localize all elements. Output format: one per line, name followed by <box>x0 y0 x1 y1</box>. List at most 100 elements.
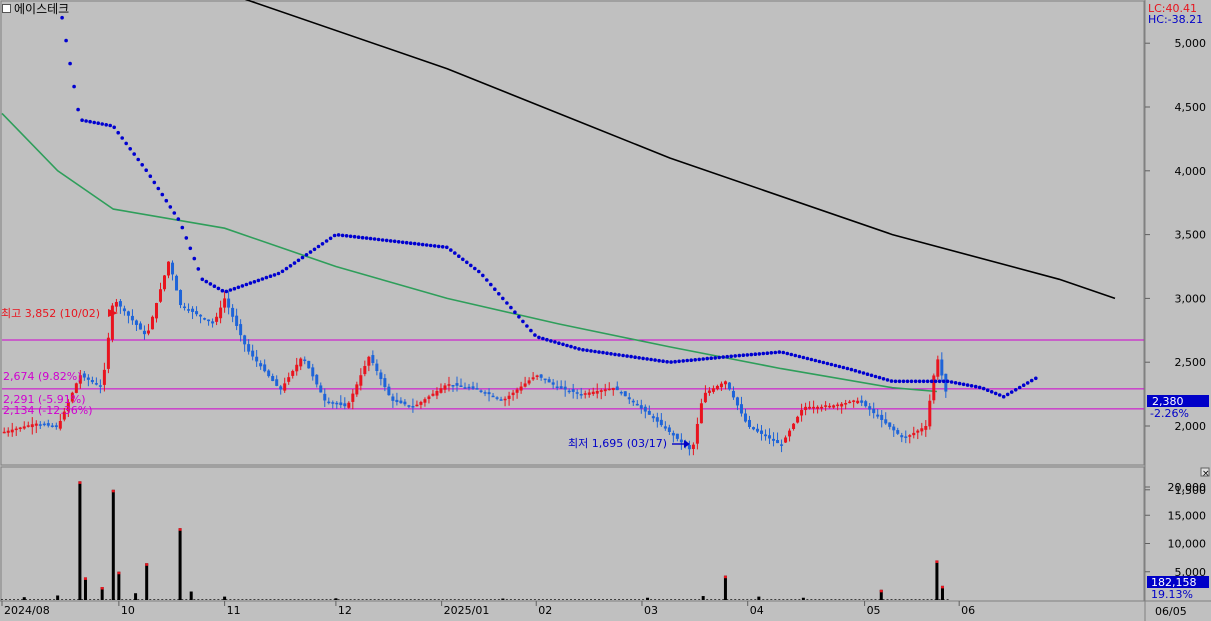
volume-bar-base <box>589 599 592 600</box>
indicator-dot <box>272 273 277 277</box>
volume-bar-base <box>233 599 236 600</box>
volume-bar-base <box>626 599 629 600</box>
volume-bar-base <box>678 599 681 600</box>
indicator-dot <box>821 360 826 365</box>
indicator-dot <box>645 357 649 361</box>
volume-bar-base <box>714 599 717 600</box>
candle-body <box>58 420 62 429</box>
x-tick-label: 12 <box>338 604 352 617</box>
candle-body <box>114 301 118 307</box>
indicator-dot <box>565 343 569 348</box>
volume-bar-base <box>457 599 460 600</box>
volume-bar <box>223 596 227 600</box>
volume-bar-base <box>109 599 112 600</box>
volume-bars <box>1 481 949 600</box>
indicator-dot <box>232 286 237 291</box>
indicator-dot <box>741 353 746 358</box>
volume-bar-base <box>742 599 745 600</box>
close-icon[interactable]: × <box>1202 469 1210 479</box>
volume-bar-base <box>353 599 356 600</box>
indicator-dot <box>1009 390 1014 394</box>
volume-bar-base <box>513 599 516 600</box>
indicator-dot <box>581 348 585 352</box>
indicator-dot <box>885 378 890 382</box>
candle-body <box>207 319 211 322</box>
volume-bar-base <box>489 599 492 600</box>
indicator-dot <box>84 119 88 123</box>
indicator-dot <box>156 186 161 191</box>
indicator-dot <box>172 211 177 215</box>
volume-bar-base <box>710 599 713 600</box>
indicator-dot <box>709 356 713 361</box>
candle-body <box>892 426 896 431</box>
volume-bar-cap <box>117 571 121 575</box>
indicator-dot <box>384 238 389 243</box>
candle-body <box>832 405 836 408</box>
y-tick-label: 5,000 <box>1175 37 1207 50</box>
candle-body <box>203 318 207 320</box>
indicator-dot <box>308 250 313 254</box>
volume-bar-base <box>497 599 500 600</box>
indicator-dot <box>376 237 381 242</box>
candle-body <box>940 359 944 376</box>
candle-body <box>311 367 315 377</box>
indicator-dot <box>813 358 818 363</box>
indicator-dot <box>184 236 189 240</box>
x-tick-label: 11 <box>227 604 241 617</box>
y-tick-label: 4,500 <box>1175 101 1207 114</box>
volume-bar-base <box>405 599 408 600</box>
volume-bar-base <box>265 599 268 600</box>
indicator-dot <box>785 351 790 356</box>
indicator-dot <box>777 350 782 354</box>
candle-body <box>167 261 171 276</box>
candle-body <box>880 414 884 421</box>
indicator-dot <box>633 355 637 360</box>
indicator-dot <box>152 180 157 185</box>
indicator-dot <box>589 349 593 353</box>
indicator-dot <box>953 381 958 385</box>
indicator-dot <box>252 280 257 284</box>
volume-bar <box>646 597 650 600</box>
candle-body <box>619 391 623 394</box>
indicator-dot <box>208 282 213 286</box>
candle-body <box>54 425 58 428</box>
candle-body <box>391 396 395 401</box>
candle-body <box>659 419 663 426</box>
indicator-dot <box>649 357 653 362</box>
volume-bar-base <box>666 599 669 600</box>
volume-bar-base <box>918 599 921 600</box>
indicator-dot <box>388 239 393 243</box>
volume-bar-base <box>33 599 36 600</box>
volume-bar-base <box>509 599 512 600</box>
volume-bar-base <box>650 599 653 600</box>
indicator-dot <box>268 274 273 279</box>
indicator-dot <box>136 157 140 162</box>
volume-bar-base <box>569 599 572 600</box>
candle-body <box>267 370 271 377</box>
indicator-dot <box>937 379 942 384</box>
volume-bar-cap <box>178 528 182 531</box>
indicator-dot <box>224 289 229 294</box>
indicator-dot <box>192 256 197 261</box>
candle-body <box>836 404 840 407</box>
candle-body <box>760 430 764 434</box>
indicator-dot <box>340 233 345 238</box>
candle-body <box>816 406 820 409</box>
indicator-dot <box>949 380 954 384</box>
indicator-dot <box>977 385 982 390</box>
indicator-dot <box>461 257 465 262</box>
volume-bar-base <box>838 599 841 600</box>
indicator-dot <box>264 275 269 280</box>
indicator-dot <box>841 365 846 370</box>
volume-bar-base <box>618 599 621 600</box>
volume-bar-cap <box>78 481 82 484</box>
chart-canvas[interactable]: 8,0007,5007,0006,5006,0005,5005,0004,500… <box>0 0 1211 621</box>
volume-bar-base <box>565 599 568 600</box>
volume-bar-base <box>49 599 52 600</box>
volume-bar <box>723 575 727 600</box>
indicator-dot <box>749 352 754 357</box>
volume-bar-base <box>686 599 689 600</box>
indicator-dot <box>625 354 629 358</box>
volume-bar <box>501 598 505 600</box>
volume-bar-base <box>730 599 733 600</box>
